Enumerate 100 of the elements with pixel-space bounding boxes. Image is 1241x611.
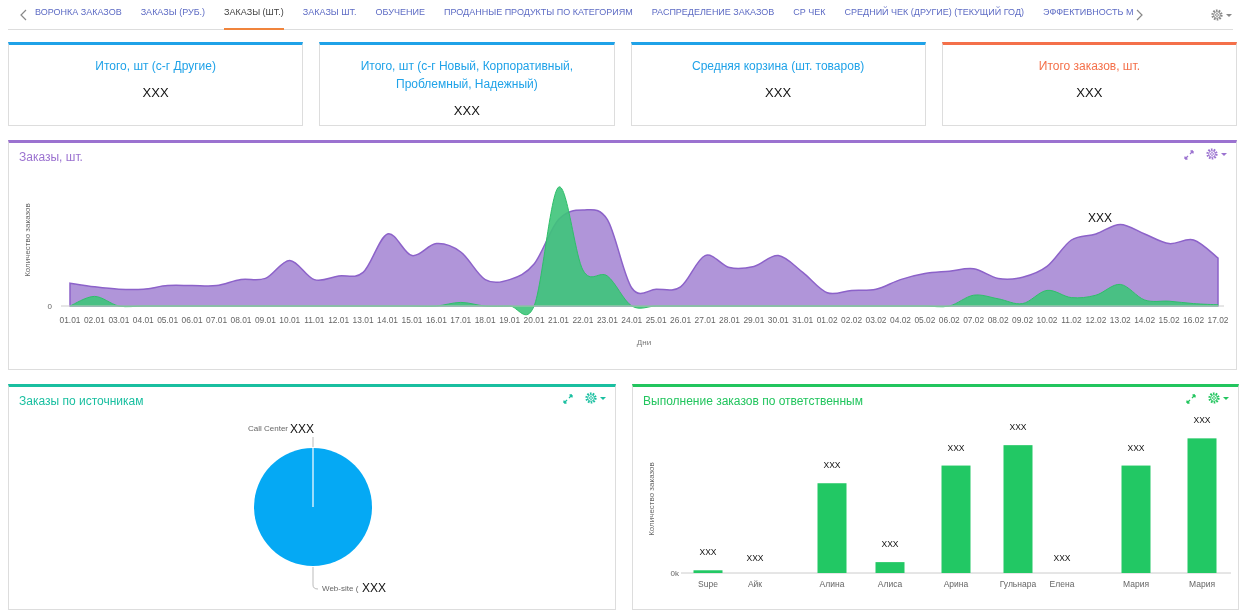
panel-title: Заказы по источникам: [19, 393, 144, 410]
axis-tick-label: 19.01: [499, 315, 521, 325]
tab[interactable]: ЗАКАЗЫ ШТ.: [302, 0, 357, 30]
axis-tick-label: 17.02: [1207, 315, 1229, 325]
axis-tick-label: Айк: [747, 579, 763, 589]
axis-tick-label: 14.02: [1134, 315, 1156, 325]
data-label: XXX: [1127, 442, 1145, 453]
axis-tick-label: Supe: [698, 579, 718, 589]
axis-tick-label: 28.01: [719, 315, 740, 325]
axis-tick-label: 13.02: [1109, 315, 1131, 325]
settings-icon[interactable]: [585, 392, 607, 404]
kpi-value: XXX: [452, 102, 481, 120]
kpi-title: Средняя корзина (шт. товаров): [691, 58, 866, 75]
axis-tick-label: 15.01: [401, 315, 423, 325]
axis-tick-label: Арина: [943, 579, 969, 589]
data-label: XXX: [1193, 415, 1211, 426]
axis-tick-label: 03.01: [108, 315, 130, 325]
axis-tick-label: 10.02: [1036, 315, 1058, 325]
axis-tick-label: 09.01: [254, 315, 276, 325]
axis-tick-label: 05.02: [914, 315, 936, 325]
axis-tick-label: Елена: [1049, 579, 1075, 589]
tab[interactable]: ВОРОНКА ЗАКАЗОВ: [35, 0, 122, 30]
axis-tick-label: 17.01: [450, 315, 472, 325]
axis-tick-label: Мария: [1123, 579, 1149, 589]
axis-tick-label: 25.01: [645, 315, 667, 325]
axis-tick-label: 0: [47, 302, 52, 311]
slice-label: Call Center: [248, 424, 288, 433]
tab[interactable]: ЗАКАЗЫ (ШТ.): [224, 0, 284, 30]
axis-tick-label: 11.02: [1061, 315, 1082, 325]
axis-tick-label: 03.02: [865, 315, 887, 325]
axis-tick-label: 09.02: [1012, 315, 1034, 325]
data-label: XXX: [947, 442, 965, 453]
settings-icon[interactable]: [1206, 148, 1228, 160]
axis-tick-label: 14.01: [377, 315, 398, 325]
axis-tick-label: 01.02: [816, 315, 838, 325]
kpi-title: Итого заказов, шт.: [1037, 58, 1141, 75]
data-label: XXX: [881, 539, 899, 550]
chevron-right-icon[interactable]: [1135, 8, 1144, 21]
leader-line: [312, 436, 314, 448]
axis-tick-label: 08.02: [987, 315, 1009, 325]
axis-tick-label: 24.01: [621, 315, 643, 325]
tab[interactable]: СРЕДНИЙ ЧЕК (ДРУГИЕ) (ТЕКУЩИЙ ГОД): [844, 0, 1024, 30]
data-label: XXX: [1088, 211, 1112, 225]
bar: [875, 562, 905, 573]
axis-title: Дни: [636, 338, 652, 347]
settings-icon[interactable]: [1211, 8, 1233, 21]
tab[interactable]: ПРОДАННЫЕ ПРОДУКТЫ ПО КАТЕГОРИЯМ: [444, 0, 633, 30]
axis-tick-label: 22.01: [572, 315, 594, 325]
axis-tick-label: 07.02: [963, 315, 985, 325]
kpi-value: XXX: [764, 84, 793, 102]
axis-tick-label: 02.02: [841, 315, 863, 325]
axis-tick-label: 15.02: [1158, 315, 1180, 325]
data-label: XXX: [746, 553, 764, 563]
axis-tick-label: 27.01: [694, 315, 716, 325]
axis-tick-label: 18.01: [474, 315, 496, 325]
tab[interactable]: ЭФФЕКТИВНОСТЬ М: [1042, 0, 1134, 30]
axis-tick-label: 04.02: [890, 315, 911, 325]
axis-tick-label: 07.01: [206, 315, 228, 325]
kpi-title: Итого, шт (с-г Другие): [94, 58, 217, 75]
axis-tick-label: 16.02: [1183, 315, 1205, 325]
axis-tick-label: 30.01: [767, 315, 789, 325]
axis-tick-label: 12.01: [328, 315, 350, 325]
data-label: XXX: [699, 547, 717, 558]
axis-tick-label: 01.01: [59, 315, 81, 325]
kpi-title: Итого, шт (с-г Новый, Корпоративный, Проблемный, Надежный): [359, 58, 575, 93]
axis-tick-label: 16.01: [425, 315, 447, 325]
panel-title: Выполнение заказов по ответственным: [643, 393, 863, 410]
bar: [693, 570, 723, 573]
leader-line: [312, 566, 319, 590]
tab[interactable]: РАСПРЕДЕЛЕНИЕ ЗАКАЗОВ: [651, 0, 775, 30]
tab[interactable]: ОБУЧЕНИЕ: [375, 0, 425, 30]
data-label: XXX: [362, 581, 386, 595]
chevron-left-icon[interactable]: [20, 8, 28, 21]
panel-title: Заказы, шт.: [19, 149, 83, 166]
axis-tick-label: 13.01: [352, 315, 374, 325]
axis-tick-label: 23.01: [596, 315, 618, 325]
axis-tick-label: 26.01: [670, 315, 692, 325]
expand-icon[interactable]: [563, 394, 573, 404]
tab[interactable]: ЗАКАЗЫ (РУБ.): [140, 0, 206, 30]
slice-label: Web-site (: [322, 584, 359, 593]
axis-tick-label: 04.01: [132, 315, 154, 325]
tab[interactable]: СР ЧЕК: [793, 0, 826, 30]
settings-icon[interactable]: [1208, 392, 1230, 404]
axis-tick-label: 0k: [670, 569, 679, 578]
expand-icon[interactable]: [1186, 394, 1196, 404]
axis-tick-label: 20.01: [523, 315, 545, 325]
kpi-value: XXX: [1075, 84, 1104, 102]
axis-tick-label: Алина: [819, 579, 845, 589]
axis-tick-label: Мария: [1189, 579, 1215, 589]
axis-tick-label: 21.01: [548, 315, 569, 325]
axis-tick-label: 02.01: [83, 315, 105, 325]
axis-title: Количество заказов: [23, 203, 32, 277]
axis-tick-label: 31.01: [792, 315, 814, 325]
data-label: XXX: [1009, 422, 1027, 433]
data-label: XXX: [823, 460, 841, 471]
axis-tick-label: 05.01: [157, 315, 179, 325]
axis-tick-label: 06.02: [938, 315, 960, 325]
expand-icon[interactable]: [1184, 150, 1194, 160]
axis-tick-label: 29.01: [743, 315, 765, 325]
axis-tick-label: Гульнара: [999, 579, 1037, 589]
